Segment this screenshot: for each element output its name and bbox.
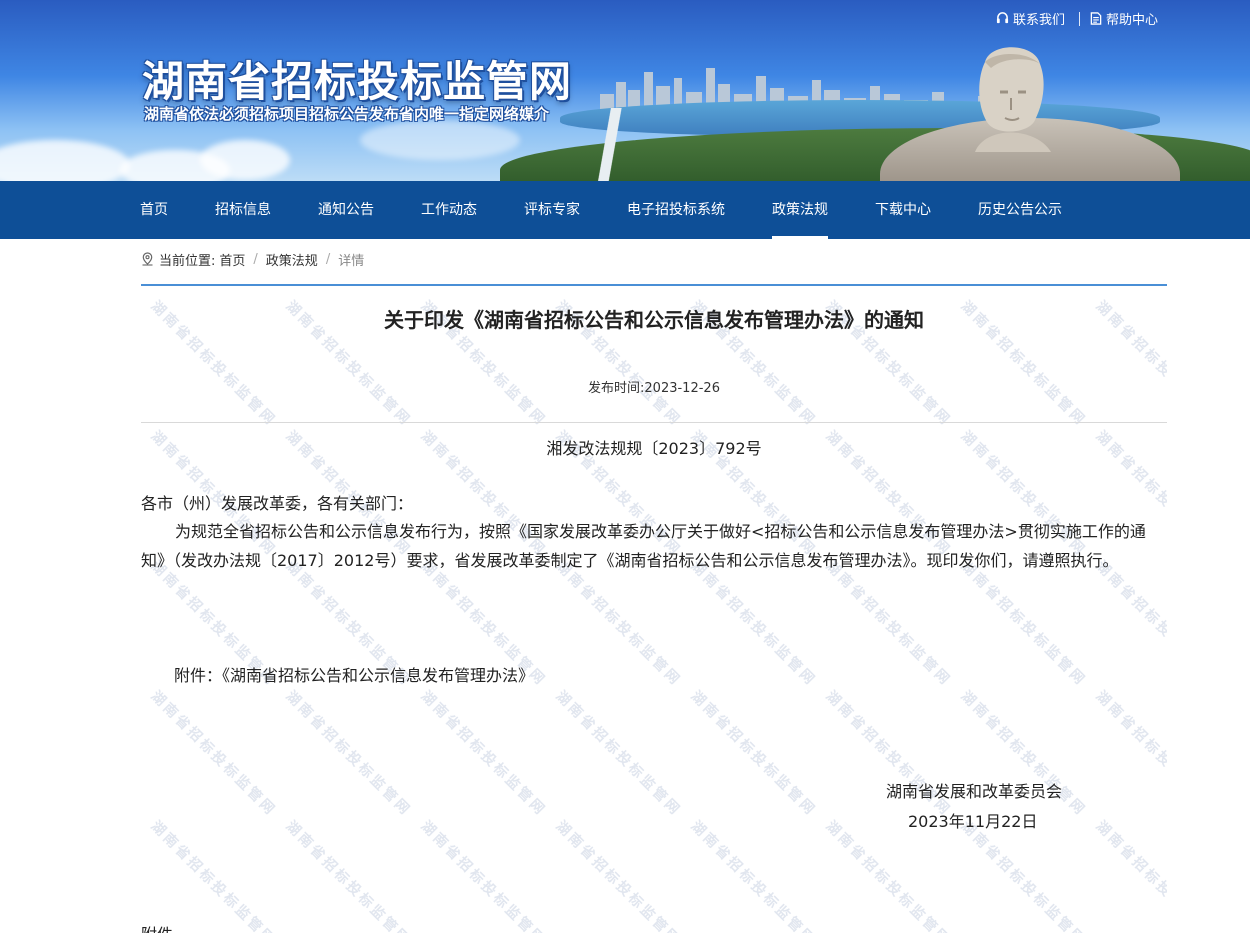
watermark-text: 湖南省招标投标监管网 xyxy=(552,688,685,820)
bridge-image xyxy=(582,108,640,181)
breadcrumb-separator: / xyxy=(253,251,258,267)
watermark-text: 湖南省招标投标监管网 xyxy=(957,818,1090,933)
nav-item-e-bidding-system[interactable]: 电子招投标系统 xyxy=(627,181,725,239)
watermark-text: 湖南省招标投标监管网 xyxy=(822,558,955,690)
nav-item-tender-info[interactable]: 招标信息 xyxy=(215,181,271,239)
breadcrumb-home-link[interactable]: 首页 xyxy=(219,250,245,269)
watermark-text: 湖南省招标投标监管网 xyxy=(552,818,685,933)
watermark-text: 湖南省招标投标监管网 xyxy=(417,818,550,933)
watermark-text: 湖南省招标投标监管网 xyxy=(687,558,820,690)
article-paragraph: 为规范全省招标公告和公示信息发布行为，按照《国家发展改革委办公厅关于做好<招标公… xyxy=(141,522,1146,570)
nav-item-history[interactable]: 历史公告公示 xyxy=(978,181,1062,239)
signature-date: 2023年11月22日 xyxy=(908,812,1038,831)
breadcrumb-prefix: 当前位置: xyxy=(159,253,216,269)
site-subtitle: 湖南省依法必须招标项目招标公告发布省内唯一指定网络媒介 xyxy=(144,105,550,123)
nav-item-experts[interactable]: 评标专家 xyxy=(524,181,580,239)
nav-list: 首页 招标信息 通知公告 工作动态 评标专家 电子招投标系统 政策法规 下载中心… xyxy=(140,181,1062,239)
breadcrumb-separator: / xyxy=(325,251,331,267)
watermark-text: 湖南省招标投标监管网 xyxy=(822,818,955,933)
watermark-text: 湖南省招标投标监管网 xyxy=(1092,558,1167,690)
main-nav: 首页 招标信息 通知公告 工作动态 评标专家 电子招投标系统 政策法规 下载中心… xyxy=(0,181,1250,239)
watermark-text: 湖南省招标投标监管网 xyxy=(1092,818,1167,933)
watermark-text: 湖南省招标投标监管网 xyxy=(147,818,280,933)
help-link-label: 帮助中心 xyxy=(1105,13,1158,28)
watermark-text: 湖南省招标投标监管网 xyxy=(552,558,685,690)
contact-link-label: 联系我们 xyxy=(1012,13,1065,28)
watermark-text: 湖南省招标投标监管网 xyxy=(282,688,415,820)
top-links-divider xyxy=(1078,11,1080,26)
breadcrumb-current: 详情 xyxy=(338,253,365,269)
watermark-text: 湖南省招标投标监管网 xyxy=(147,688,280,820)
nav-item-notices[interactable]: 通知公告 xyxy=(318,181,374,239)
headset-icon xyxy=(996,12,1009,24)
article-salutation: 各市（州）发展改革委，各有关部门： xyxy=(141,494,414,513)
watermark-text: 湖南省招标投标监管网 xyxy=(417,688,550,820)
breadcrumb-section-link[interactable]: 政策法规 xyxy=(266,250,318,269)
breadcrumb: 当前位置: 首页 / 政策法规 / 详情 xyxy=(141,249,364,269)
nav-item-policies[interactable]: 政策法规 xyxy=(772,181,828,239)
attachment-link[interactable]: 附件：《湖南省招标公告和公示信息发布管理办法》 xyxy=(174,662,534,686)
header-banner: 湖南省招标投标监管网 湖南省依法必须招标项目招标公告发布省内唯一指定网络媒介 联… xyxy=(0,0,1250,181)
watermark-text: 湖南省招标投标监管网 xyxy=(957,558,1090,690)
watermark-text: 湖南省招标投标监管网 xyxy=(282,818,415,933)
attachment-heading: 附件 xyxy=(141,921,173,933)
top-links: 联系我们 帮助中心 xyxy=(996,9,1158,28)
watermark-text: 湖南省招标投标监管网 xyxy=(1092,688,1167,820)
site-title: 湖南省招标投标监管网 xyxy=(142,58,573,105)
contact-link[interactable]: 联系我们 xyxy=(996,9,1065,28)
document-number: 湘发改法规规〔2023〕792号 xyxy=(546,439,762,458)
banner-cloud xyxy=(0,140,130,181)
watermark-text: 湖南省招标投标监管网 xyxy=(687,818,820,933)
publish-time: 发布时间:2023-12-26 xyxy=(588,381,720,396)
article-title: 关于印发《湖南省招标公告和公示信息发布管理办法》的通知 xyxy=(384,308,924,332)
location-pin-icon xyxy=(142,252,153,266)
banner-cloud xyxy=(200,140,290,180)
nav-item-work-news[interactable]: 工作动态 xyxy=(421,181,477,239)
nav-item-home[interactable]: 首页 xyxy=(140,181,168,239)
document-icon xyxy=(1090,12,1102,25)
help-link[interactable]: 帮助中心 xyxy=(1090,9,1158,28)
article-divider xyxy=(141,422,1167,423)
watermark-text: 湖南省招标投标监管网 xyxy=(687,688,820,820)
statue-image xyxy=(975,47,1051,152)
banner-cloud xyxy=(360,120,520,160)
content-top-rule xyxy=(141,284,1167,286)
nav-item-downloads[interactable]: 下载中心 xyxy=(875,181,931,239)
signature-organization: 湖南省发展和改革委员会 xyxy=(886,782,1063,801)
